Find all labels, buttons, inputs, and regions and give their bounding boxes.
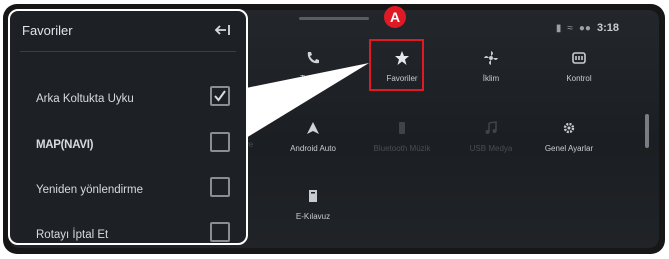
popup-divider (20, 51, 236, 52)
favorites-popup: Favoriler Arka Koltukta Uyku MAP(NAVI) Y… (8, 9, 248, 245)
item-label: Arka Koltukta Uyku (36, 93, 134, 105)
checkbox[interactable] (210, 132, 230, 152)
popup-title: Favoriler (22, 23, 73, 38)
item-label: Rotayı İptal Et (36, 229, 109, 241)
item-label: MAP(NAVI) (36, 139, 94, 151)
item-label: Yeniden yönlendirme (36, 184, 143, 196)
back-icon[interactable] (214, 23, 232, 37)
checkbox[interactable] (210, 177, 230, 197)
checkbox[interactable] (210, 222, 230, 242)
check-icon (214, 90, 226, 102)
checkbox-checked[interactable] (210, 86, 230, 106)
